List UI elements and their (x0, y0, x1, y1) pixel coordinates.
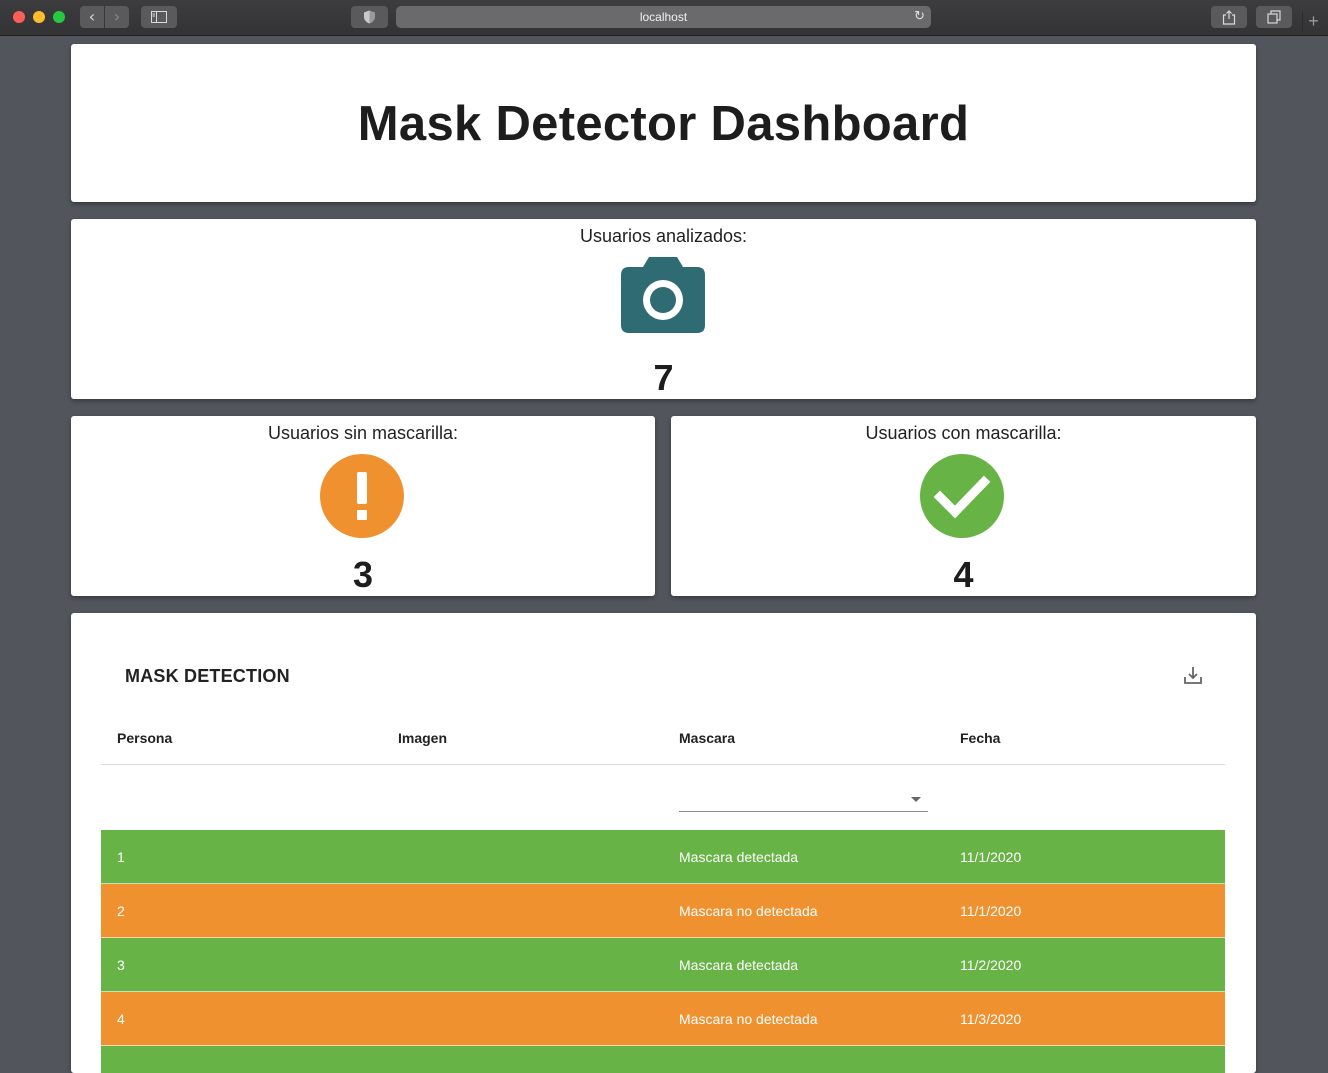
camera-icon (621, 257, 705, 333)
caret-down-icon (911, 797, 921, 802)
cell-persona: 4 (117, 1011, 125, 1027)
sidebar-icon (151, 11, 167, 23)
exclamation-icon (320, 454, 404, 538)
column-header-imagen[interactable]: Imagen (398, 730, 447, 746)
analyzed-users-count: 7 (653, 357, 674, 398)
cell-mascara: Mascara no detectada (679, 903, 818, 919)
table-body: 1 Mascara detectada 11/1/2020 2 Mascara … (101, 830, 1225, 1073)
tab-overview-button[interactable] (1256, 6, 1292, 28)
forward-button[interactable]: › (105, 6, 129, 28)
header-card: Mask Detector Dashboard (71, 44, 1256, 202)
with-mask-card: Usuarios con mascarilla: 4 (671, 416, 1256, 596)
table-row[interactable]: 4 Mascara no detectada 11/3/2020 (101, 992, 1225, 1046)
new-tab-button[interactable]: + (1302, 12, 1324, 32)
table-title: MASK DETECTION (125, 666, 290, 686)
share-icon (1222, 10, 1236, 25)
check-icon (920, 454, 1004, 538)
url-text: localhost (639, 10, 688, 24)
table-row[interactable]: 3 Mascara detectada 11/2/2020 (101, 938, 1225, 992)
cell-fecha: 11/1/2020 (960, 849, 1022, 865)
column-header-mascara[interactable]: Mascara (679, 730, 735, 746)
column-header-persona[interactable]: Persona (117, 730, 172, 746)
column-header-fecha[interactable]: Fecha (960, 730, 1000, 746)
with-mask-label: Usuarios con mascarilla: (865, 423, 1062, 443)
filter-row (101, 766, 1225, 830)
cell-mascara: Mascara no detectada (679, 1011, 818, 1027)
without-mask-count: 3 (352, 554, 374, 595)
share-button[interactable] (1211, 6, 1247, 28)
mascara-filter-select[interactable] (679, 784, 928, 812)
analyzed-users-card: Usuarios analizados: 7 (71, 219, 1256, 399)
table-row[interactable]: 1 Mascara detectada 11/1/2020 (101, 830, 1225, 884)
privacy-report-button[interactable] (351, 6, 388, 28)
table-row[interactable] (101, 1046, 1225, 1073)
address-bar[interactable]: localhost ↻ (396, 6, 931, 28)
tabs-icon (1267, 10, 1281, 24)
chevron-right-icon: › (113, 7, 121, 26)
reload-icon[interactable]: ↻ (914, 6, 925, 28)
browser-toolbar: ‹ › localhost ↻ + (0, 0, 1328, 36)
download-icon[interactable] (1183, 665, 1203, 685)
cell-mascara: Mascara detectada (679, 849, 799, 865)
cell-fecha: 11/2/2020 (960, 957, 1022, 973)
zoom-window-button[interactable] (53, 11, 65, 23)
without-mask-card: Usuarios sin mascarilla: 3 (71, 416, 655, 596)
table-header: Persona Imagen Mascara Fecha (101, 713, 1225, 765)
cell-persona: 1 (117, 849, 125, 865)
plus-icon: + (1308, 11, 1319, 31)
table-row[interactable]: 2 Mascara no detectada 11/1/2020 (101, 884, 1225, 938)
with-mask-count: 4 (953, 554, 974, 595)
cell-persona: 2 (117, 903, 125, 919)
mask-detection-table-card: MASK DETECTION Persona Imagen Mascara Fe… (71, 613, 1256, 1073)
page-title: Mask Detector Dashboard (357, 97, 970, 151)
chevron-left-icon: ‹ (88, 7, 96, 26)
cell-mascara: Mascara detectada (679, 957, 799, 973)
close-window-button[interactable] (13, 11, 25, 23)
back-button[interactable]: ‹ (80, 6, 104, 28)
shield-icon (364, 10, 375, 24)
dashboard-page: Mask Detector Dashboard Usuarios analiza… (0, 36, 1328, 1073)
sidebar-toggle-button[interactable] (141, 6, 177, 28)
analyzed-users-label: Usuarios analizados: (579, 226, 748, 246)
cell-fecha: 11/3/2020 (960, 1011, 1022, 1027)
without-mask-label: Usuarios sin mascarilla: (267, 423, 459, 443)
minimize-window-button[interactable] (33, 11, 45, 23)
cell-fecha: 11/1/2020 (960, 903, 1022, 919)
cell-persona: 3 (117, 957, 125, 973)
